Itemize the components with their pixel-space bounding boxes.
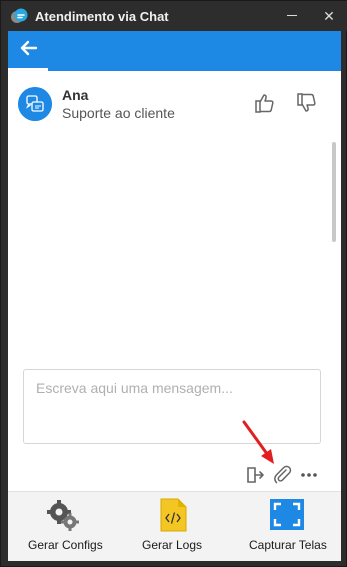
gear-icon xyxy=(47,500,79,531)
thumbs-up-icon[interactable] xyxy=(253,91,277,115)
capture-screens-button[interactable]: Capturar Telas xyxy=(244,492,330,561)
generate-logs-button[interactable]: Gerar Logs xyxy=(138,492,208,561)
header-bar xyxy=(8,31,341,71)
code-file-icon xyxy=(160,498,187,532)
agent-role: Suporte ao cliente xyxy=(62,105,175,121)
exit-icon[interactable] xyxy=(244,464,266,486)
screen-capture-icon xyxy=(270,499,304,530)
bottom-toolbar: Gerar Configs Gerar Logs Capturar Telas xyxy=(8,491,341,561)
agent-card: Ana Suporte ao cliente xyxy=(8,71,341,134)
avatar xyxy=(18,87,52,121)
paperclip-icon[interactable] xyxy=(271,464,293,486)
arrow-left-icon xyxy=(20,40,38,56)
capture-screens-label: Capturar Telas xyxy=(249,538,327,552)
chat-window: Atendimento via Chat ✕ Ana Suporte ao cl… xyxy=(0,0,347,567)
close-button[interactable]: ✕ xyxy=(318,5,340,27)
thumbs-down-icon[interactable] xyxy=(295,91,319,115)
red-arrow-annotation xyxy=(242,420,274,464)
client-area: Ana Suporte ao cliente Escreva aqui uma … xyxy=(8,31,341,561)
generate-logs-label: Gerar Logs xyxy=(142,538,203,552)
more-icon[interactable] xyxy=(298,464,320,486)
generate-configs-label: Gerar Configs xyxy=(28,538,103,552)
back-button[interactable] xyxy=(8,31,48,71)
minimize-button[interactable] xyxy=(281,5,303,27)
close-icon: ✕ xyxy=(323,8,335,24)
title-bar: Atendimento via Chat ✕ xyxy=(1,1,347,31)
window-title: Atendimento via Chat xyxy=(35,9,169,24)
generate-configs-button[interactable]: Gerar Configs xyxy=(28,492,103,561)
app-logo-icon xyxy=(11,8,28,23)
chat-scrollbar[interactable] xyxy=(332,142,336,242)
agent-name: Ana xyxy=(62,87,89,103)
minimize-icon xyxy=(287,15,297,16)
chat-messages-area[interactable] xyxy=(8,134,341,491)
